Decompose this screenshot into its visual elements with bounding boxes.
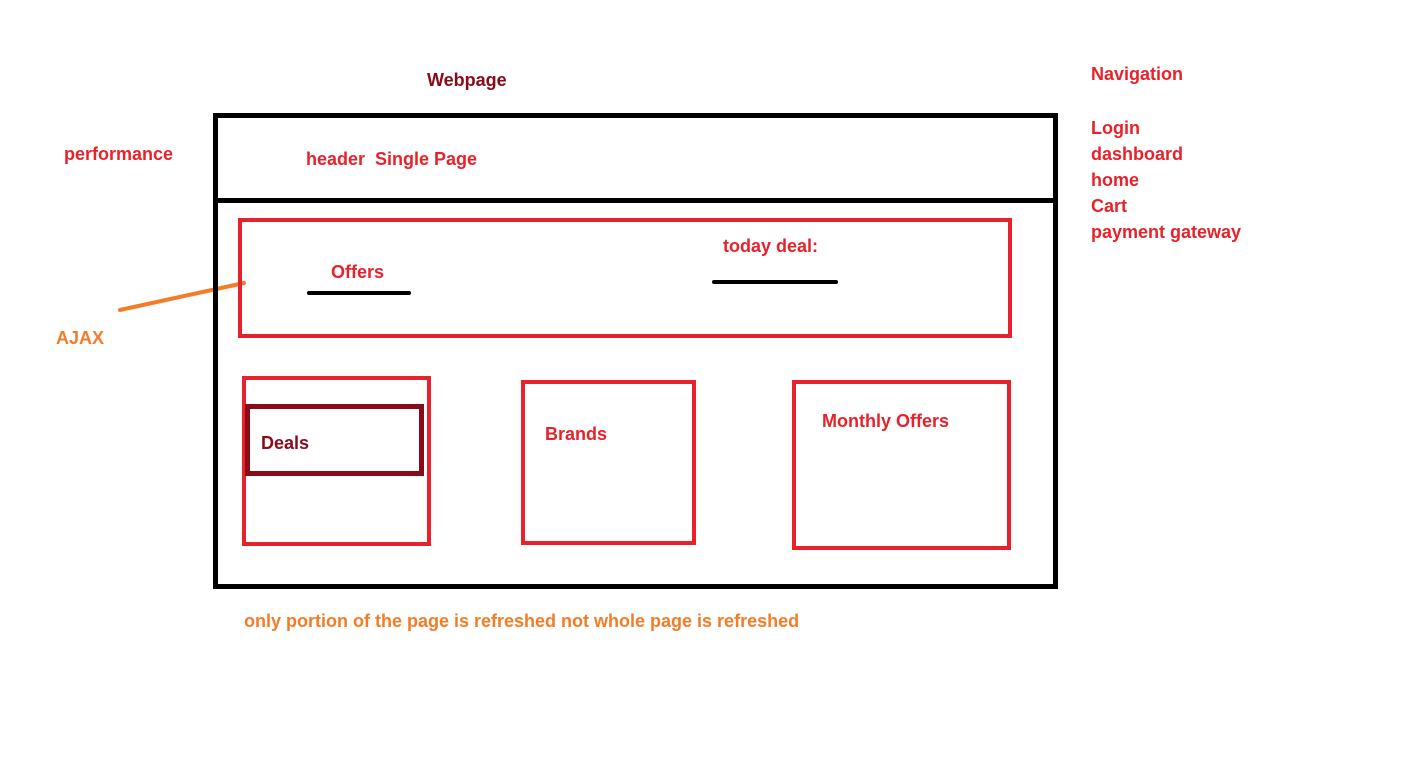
ajax-label: AJAX xyxy=(56,328,105,348)
offers-label: Offers xyxy=(331,262,385,282)
deals-label: Deals xyxy=(261,433,310,453)
refresh-footnote: only portion of the page is refreshed no… xyxy=(244,611,800,631)
header-divider xyxy=(213,198,1058,203)
nav-item-cart: Cart xyxy=(1091,196,1128,216)
monthly-offers-card xyxy=(792,380,1011,550)
offers-underline xyxy=(307,291,411,295)
brands-card xyxy=(521,380,696,545)
today-deal-underline xyxy=(712,280,838,284)
diagram-canvas: Webpage performance AJAX header Single P… xyxy=(0,0,1412,765)
navigation-heading: Navigation xyxy=(1091,64,1184,84)
nav-item-payment-gateway: payment gateway xyxy=(1091,222,1242,242)
nav-item-login: Login xyxy=(1091,118,1140,138)
navigation-list: Login dashboard home Cart payment gatewa… xyxy=(1091,115,1241,245)
diagram-title: Webpage xyxy=(427,70,507,90)
performance-label: performance xyxy=(64,144,174,164)
monthly-offers-label: Monthly Offers xyxy=(822,411,950,431)
header-label: header Single Page xyxy=(306,149,478,169)
nav-item-home: home xyxy=(1091,170,1140,190)
nav-item-dashboard: dashboard xyxy=(1091,144,1184,164)
brands-label: Brands xyxy=(545,424,608,444)
today-deal-label: today deal: xyxy=(723,236,819,256)
